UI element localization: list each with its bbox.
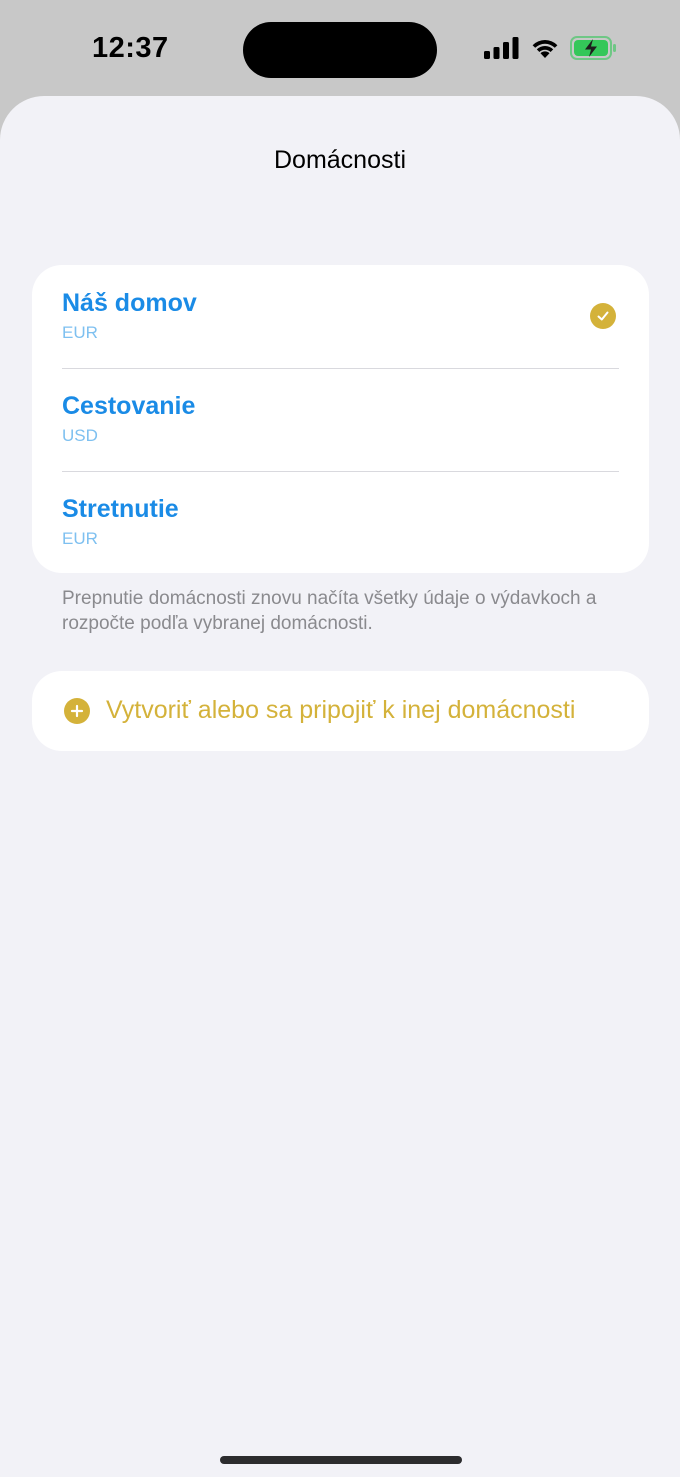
status-icons <box>484 36 618 65</box>
household-row-stretnutie[interactable]: Stretnutie EUR <box>32 471 649 574</box>
wifi-icon <box>530 37 560 64</box>
create-or-join-label: Vytvoriť alebo sa pripojiť k inej domácn… <box>106 696 576 724</box>
switch-household-footnote: Prepnutie domácnosti znovu načíta všetky… <box>62 588 597 634</box>
households-sheet: Domácnosti Náš domov EUR Cestovanie USD … <box>0 96 680 1477</box>
dynamic-island <box>243 22 437 78</box>
plus-circle-icon <box>64 698 90 724</box>
create-or-join-household-button[interactable]: Vytvoriť alebo sa pripojiť k inej domácn… <box>32 671 649 751</box>
household-name: Cestovanie <box>62 392 196 420</box>
household-currency: EUR <box>62 529 98 548</box>
screen: 12:37 Domácnosti Náš domov EUR Cestovani… <box>0 0 680 1477</box>
household-name: Stretnutie <box>62 495 179 523</box>
household-currency: EUR <box>62 323 98 342</box>
status-bar: 12:37 <box>0 0 680 96</box>
household-row-cestovanie[interactable]: Cestovanie USD <box>32 368 649 471</box>
households-list: Náš domov EUR Cestovanie USD Stretnutie … <box>32 265 649 573</box>
signal-icon <box>484 37 520 64</box>
battery-charging-icon <box>570 36 618 65</box>
household-name: Náš domov <box>62 289 197 317</box>
sheet-title: Domácnosti <box>274 146 406 174</box>
household-currency: USD <box>62 426 98 445</box>
home-indicator[interactable] <box>220 1456 462 1464</box>
status-time: 12:37 <box>92 32 169 64</box>
household-row-nas-domov[interactable]: Náš domov EUR <box>32 265 649 368</box>
checkmark-icon <box>590 303 616 329</box>
